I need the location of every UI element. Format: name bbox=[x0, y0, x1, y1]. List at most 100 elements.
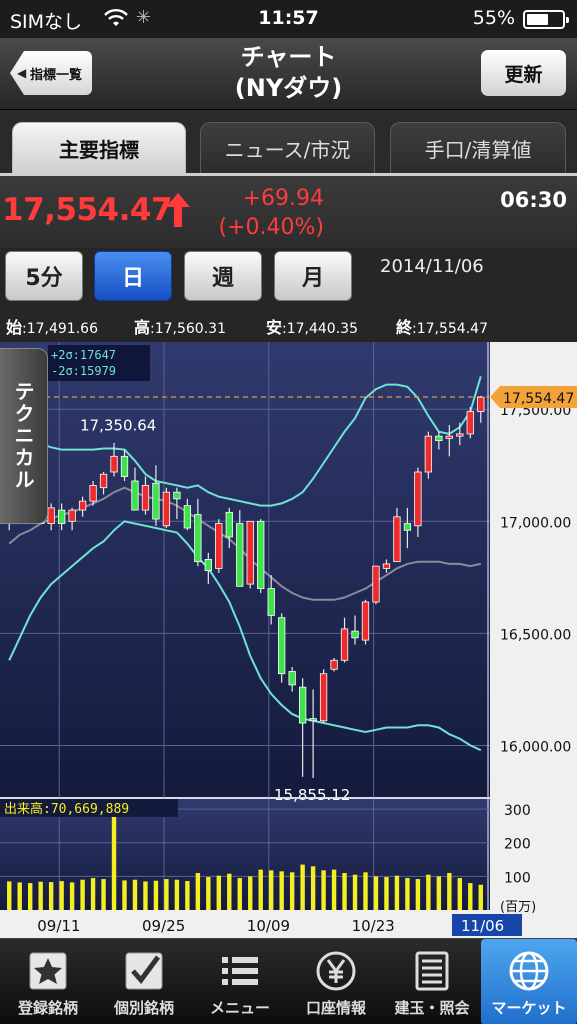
volume-unit-label: (百万) bbox=[500, 900, 536, 915]
volume-bar bbox=[300, 864, 305, 910]
candle-body bbox=[298, 686, 307, 724]
battery-percent: 55% bbox=[472, 7, 515, 29]
candle-body bbox=[309, 718, 317, 722]
candle-body bbox=[57, 509, 66, 524]
tab-trades-settlement[interactable]: 手口/清算値 bbox=[390, 122, 566, 174]
low-value: :17,440.35 bbox=[282, 321, 358, 337]
candle-body bbox=[435, 435, 443, 442]
tabbar-watchlist[interactable]: 登録銘柄 bbox=[0, 939, 96, 1024]
period-5min-button[interactable]: 5分 bbox=[5, 251, 83, 301]
volume-bar bbox=[101, 879, 106, 910]
high-value: :17,560.31 bbox=[150, 321, 226, 337]
x-tick-label: 09/25 bbox=[142, 917, 185, 935]
close-value: :17,554.47 bbox=[412, 321, 488, 337]
volume-bar bbox=[122, 880, 127, 910]
back-button-label: 指標一覧 bbox=[30, 67, 83, 83]
volume-bar bbox=[185, 881, 190, 910]
volume-bar bbox=[321, 870, 326, 910]
price-up-arrow-icon bbox=[166, 193, 190, 227]
volume-bar bbox=[80, 879, 85, 910]
refresh-button[interactable]: 更新 bbox=[481, 50, 566, 96]
period-weekly-button[interactable]: 週 bbox=[184, 251, 262, 301]
x-tick-label: 11/06 bbox=[461, 917, 504, 935]
volume-bar bbox=[48, 882, 54, 910]
document-icon bbox=[415, 951, 449, 991]
volume-bar bbox=[373, 876, 379, 910]
tab-news-market[interactable]: ニュース/市況 bbox=[200, 122, 375, 174]
tabbar-label: 建玉・照会 bbox=[394, 999, 470, 1017]
open-label: 始 bbox=[6, 318, 23, 337]
yen-icon bbox=[316, 951, 356, 991]
y-tick-label: 16,500.00 bbox=[500, 627, 571, 643]
volume-bar bbox=[363, 872, 368, 910]
high-label: 高 bbox=[134, 318, 151, 337]
volume-bar bbox=[310, 866, 316, 910]
tabbar-individual-stock[interactable]: 個別銘柄 bbox=[96, 939, 192, 1024]
candle-body bbox=[330, 659, 338, 670]
candle-body bbox=[99, 473, 108, 489]
candle-body bbox=[173, 491, 181, 500]
quote-panel: 17,554.47 +69.94 (+0.40%) 06:30 bbox=[0, 176, 577, 248]
price-plot-area bbox=[0, 342, 490, 797]
period-daily-button[interactable]: 日 bbox=[94, 251, 172, 301]
status-bar: SIMなし ✳ 11:57 55% bbox=[0, 0, 577, 38]
candle-body bbox=[89, 485, 97, 502]
volume-bar bbox=[447, 873, 452, 910]
candle-body bbox=[152, 482, 160, 520]
y-axis-area bbox=[490, 342, 577, 910]
volume-bar bbox=[27, 883, 33, 910]
candlestick-chart[interactable]: 17,500.0017,000.0016,500.0016,000.0009/1… bbox=[0, 342, 577, 938]
candle-body bbox=[319, 673, 328, 722]
volume-bar bbox=[457, 878, 463, 910]
technical-drawer-tab[interactable]: テクニカル bbox=[0, 348, 48, 524]
candle-body bbox=[288, 671, 296, 686]
candle-body bbox=[120, 455, 129, 477]
tabbar-label: メニュー bbox=[209, 999, 270, 1017]
volume-label: 出来高:70,669,889 bbox=[4, 801, 129, 817]
volume-bar bbox=[153, 880, 159, 910]
candle-body bbox=[47, 507, 55, 524]
x-tick-label: 10/23 bbox=[352, 917, 395, 935]
candle-body bbox=[278, 617, 286, 675]
ohlc-summary: 始:17,491.66 高:17,560.31 安:17,440.35 終:17… bbox=[0, 312, 577, 342]
tabbar-market[interactable]: マーケット bbox=[481, 939, 577, 1024]
volume-bar bbox=[258, 869, 263, 910]
low-label: 安 bbox=[266, 318, 283, 337]
x-tick-label: 09/11 bbox=[37, 917, 80, 935]
candle-body bbox=[445, 435, 453, 439]
volume-tick-label: 300 bbox=[504, 803, 531, 819]
bottom-tab-bar: 登録銘柄 個別銘柄 メニュー 口座情報 建玉・照会 マーケット bbox=[0, 938, 577, 1024]
period-monthly-button[interactable]: 月 bbox=[274, 251, 352, 301]
quote-time: 06:30 bbox=[500, 188, 567, 212]
volume-bar bbox=[405, 878, 410, 910]
segment-tabs: 主要指標 ニュース/市況 手口/清算値 bbox=[0, 110, 577, 174]
tabbar-account-info[interactable]: 口座情報 bbox=[288, 939, 384, 1024]
bollinger-lower-legend: -2σ:15979 bbox=[51, 364, 116, 378]
volume-bar bbox=[216, 875, 222, 910]
check-icon bbox=[125, 952, 163, 990]
candle-body bbox=[340, 628, 349, 661]
high-annotation: 17,350.64 bbox=[80, 417, 156, 435]
candle-body bbox=[236, 523, 244, 587]
tab-main-indicators[interactable]: 主要指標 bbox=[12, 122, 186, 174]
volume-bar bbox=[206, 877, 211, 910]
navigation-bar: ◀ 指標一覧 チャート (NYダウ) 更新 bbox=[0, 38, 577, 110]
candle-body bbox=[204, 559, 212, 572]
candle-body bbox=[194, 514, 202, 563]
tabbar-menu[interactable]: メニュー bbox=[192, 939, 288, 1024]
low-annotation: 15,855.12 bbox=[274, 786, 350, 804]
volume-bar bbox=[143, 881, 148, 910]
page-title-line1: チャート bbox=[240, 43, 337, 71]
star-icon bbox=[29, 952, 67, 990]
candle-body bbox=[215, 523, 223, 569]
page-title-line2: (NYダウ) bbox=[234, 74, 343, 102]
price-chart[interactable]: 17,500.00 17,000.00 16,500.00 16,000.00 09/1… bbox=[0, 342, 577, 938]
candle-body bbox=[257, 520, 265, 589]
candle-body bbox=[68, 509, 76, 522]
volume-bar bbox=[352, 874, 358, 910]
tabbar-positions[interactable]: 建玉・照会 bbox=[384, 939, 480, 1024]
x-tick-label: 10/09 bbox=[247, 917, 290, 935]
back-button[interactable]: ◀ 指標一覧 bbox=[10, 51, 92, 95]
candle-body bbox=[183, 505, 192, 529]
volume-bar bbox=[279, 871, 284, 910]
